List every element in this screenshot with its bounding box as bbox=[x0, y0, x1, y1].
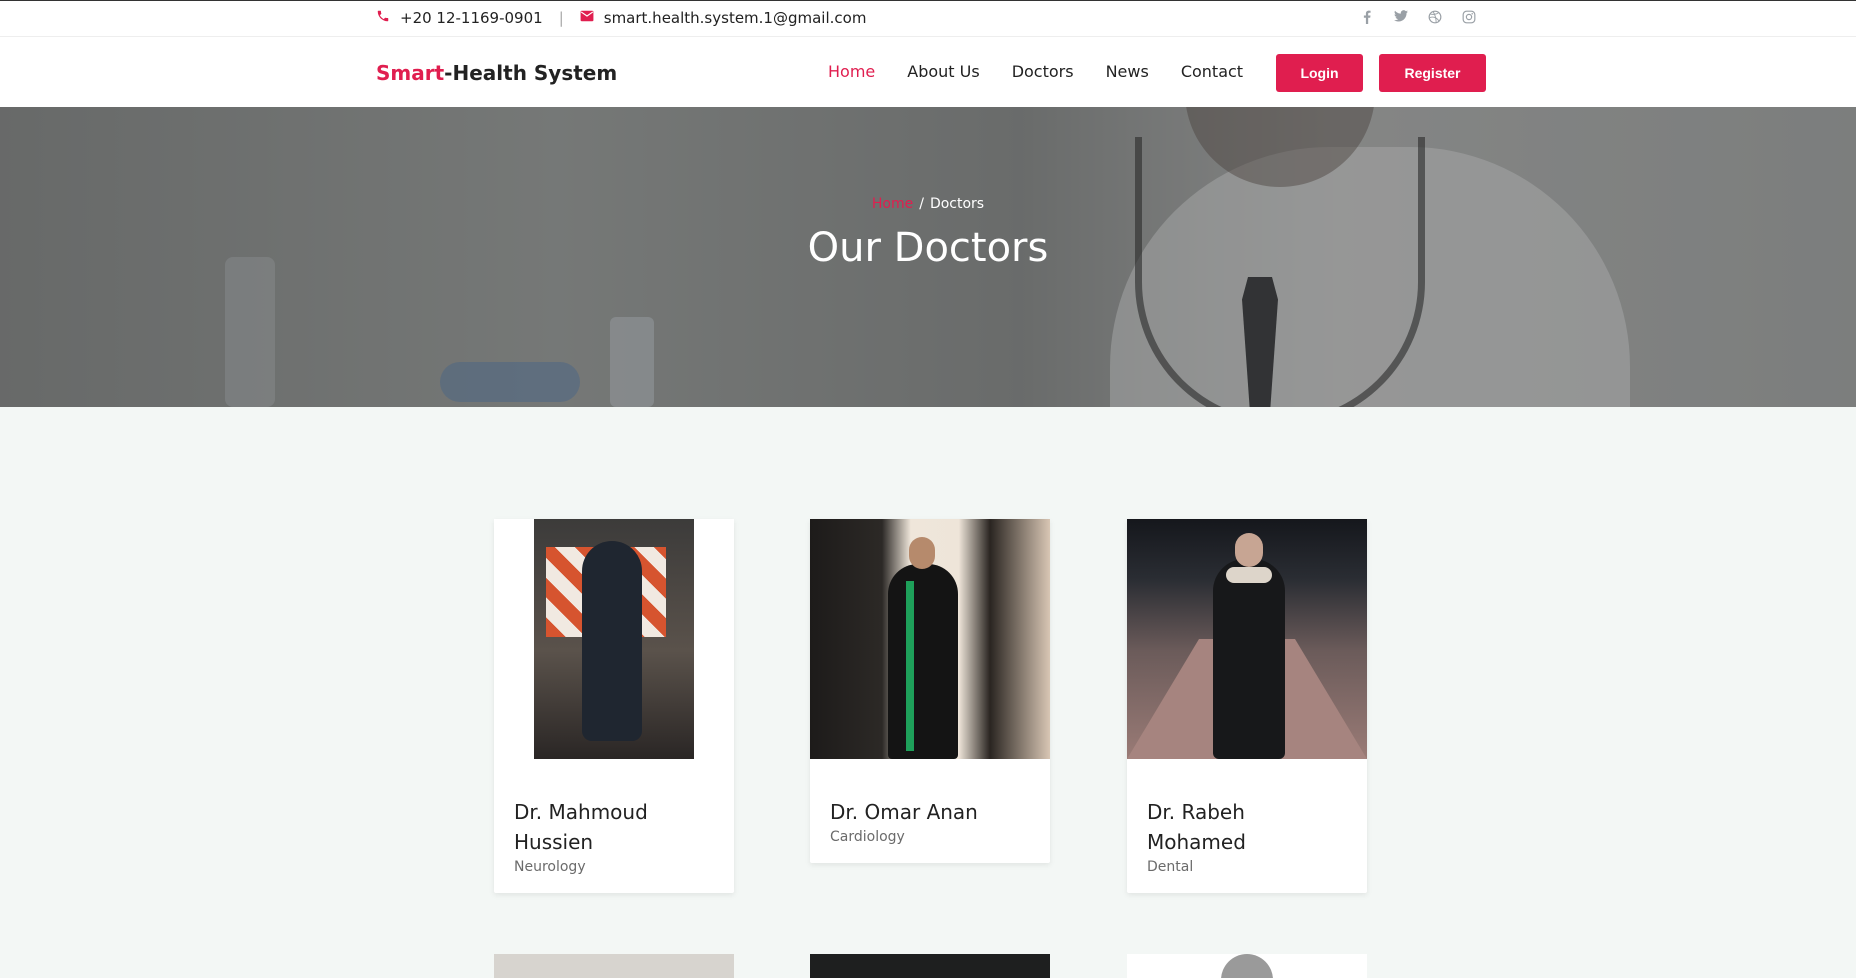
doctor-specialty: Neurology bbox=[514, 859, 586, 875]
breadcrumb-separator: / bbox=[919, 196, 924, 212]
mail-icon bbox=[580, 10, 594, 26]
doctor-specialty: Dental bbox=[1147, 859, 1194, 875]
doctor-photo bbox=[494, 519, 734, 759]
social-links bbox=[1360, 10, 1476, 28]
brand-accent: Smart bbox=[376, 61, 445, 85]
nav-about-us[interactable]: About Us bbox=[907, 62, 979, 81]
doctor-card-partial[interactable] bbox=[494, 954, 734, 978]
contact-separator: | bbox=[558, 9, 564, 27]
instagram-icon[interactable] bbox=[1462, 10, 1476, 28]
doctor-specialty: Cardiology bbox=[830, 829, 905, 845]
phone-icon bbox=[376, 9, 390, 27]
doctor-card[interactable]: Dr. Mahmoud Hussien Neurology bbox=[494, 519, 734, 893]
doctor-card[interactable]: Dr. Omar Anan Cardiology bbox=[810, 519, 1050, 863]
main-navbar: Smart-Health System Home About Us Doctor… bbox=[0, 37, 1856, 107]
contact-info: +20 12-1169-0901 | smart.health.system.1… bbox=[376, 9, 866, 27]
doctor-name[interactable]: Dr. Rabeh Mohamed bbox=[1147, 797, 1347, 857]
page-hero: Home / Doctors Our Doctors bbox=[0, 107, 1856, 407]
breadcrumb-current: Doctors bbox=[929, 196, 985, 212]
primary-nav: Home About Us Doctors News Contact bbox=[828, 62, 1243, 81]
facebook-icon[interactable] bbox=[1360, 10, 1374, 28]
doctor-photo bbox=[1127, 519, 1367, 759]
email-address[interactable]: smart.health.system.1@gmail.com bbox=[604, 9, 867, 27]
register-button[interactable]: Register bbox=[1379, 54, 1486, 92]
avatar bbox=[1221, 954, 1273, 978]
doctor-card[interactable]: Dr. Rabeh Mohamed Dental bbox=[1127, 519, 1367, 893]
site-logo[interactable]: Smart-Health System bbox=[376, 61, 617, 85]
top-info-bar: +20 12-1169-0901 | smart.health.system.1… bbox=[0, 0, 1856, 37]
login-button[interactable]: Login bbox=[1276, 54, 1363, 92]
dribbble-icon[interactable] bbox=[1428, 10, 1442, 28]
nav-doctors[interactable]: Doctors bbox=[1012, 62, 1074, 81]
doctor-photo bbox=[810, 519, 1050, 759]
breadcrumb: Home / Doctors bbox=[0, 196, 1856, 212]
doctor-name[interactable]: Dr. Mahmoud Hussien bbox=[514, 797, 714, 857]
twitter-icon[interactable] bbox=[1394, 10, 1408, 28]
doctor-card-partial[interactable] bbox=[810, 954, 1050, 978]
nav-contact[interactable]: Contact bbox=[1181, 62, 1243, 81]
nav-home[interactable]: Home bbox=[828, 62, 875, 81]
doctor-card-partial[interactable] bbox=[1127, 954, 1367, 978]
brand-rest: -Health System bbox=[444, 61, 618, 85]
nav-news[interactable]: News bbox=[1106, 62, 1149, 81]
phone-number[interactable]: +20 12-1169-0901 bbox=[400, 9, 543, 27]
doctor-name[interactable]: Dr. Omar Anan bbox=[830, 797, 1030, 827]
breadcrumb-home[interactable]: Home bbox=[872, 196, 913, 212]
page-title: Our Doctors bbox=[807, 225, 1049, 271]
